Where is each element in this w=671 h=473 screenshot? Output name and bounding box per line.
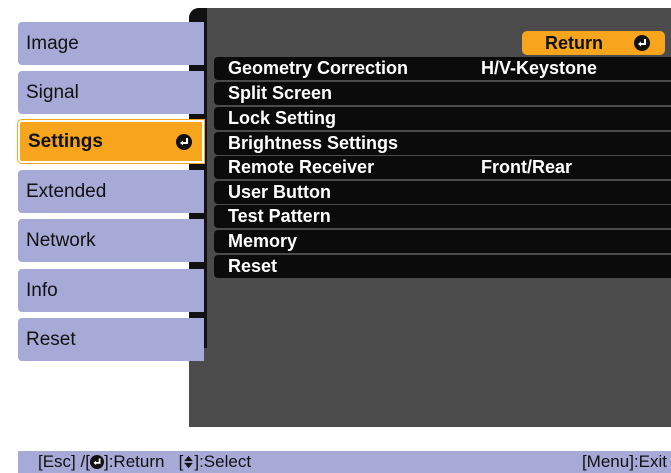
row-label: Brightness Settings — [228, 133, 399, 153]
sidebar-item-image[interactable]: Image — [18, 22, 204, 65]
status-bar-hints: [Esc] /[]:Return []:Select — [38, 452, 251, 472]
row-label: Reset — [228, 256, 278, 276]
settings-row-geometry-correction[interactable]: Geometry Correction H/V-Keystone — [214, 57, 671, 80]
esc-hint: [Esc] /[ — [38, 452, 90, 471]
sidebar-item-label: Image — [26, 32, 79, 54]
return-button-label: Return — [545, 33, 603, 53]
sidebar-item-info[interactable]: Info — [18, 269, 204, 312]
sidebar-item-reset[interactable]: Reset — [18, 318, 204, 361]
settings-row-reset[interactable]: Reset — [214, 255, 671, 278]
row-value: H/V-Keystone — [481, 58, 598, 78]
select-hint: ]:Select — [194, 452, 252, 471]
sidebar-item-label: Reset — [26, 328, 76, 350]
up-down-arrow-icon — [184, 455, 194, 469]
settings-row-split-screen[interactable]: Split Screen — [214, 82, 671, 105]
settings-row-user-button[interactable]: User Button — [214, 181, 671, 204]
enter-arrow-icon — [89, 455, 104, 469]
sidebar-item-signal[interactable]: Signal — [18, 71, 204, 114]
settings-row-memory[interactable]: Memory — [214, 230, 671, 253]
sidebar-item-settings[interactable]: Settings — [18, 120, 204, 163]
row-label: Split Screen — [228, 83, 333, 103]
sidebar-item-network[interactable]: Network — [18, 219, 204, 262]
sidebar-item-label: Settings — [28, 130, 103, 152]
row-label: Memory — [228, 231, 298, 251]
settings-row-brightness-settings[interactable]: Brightness Settings — [214, 132, 671, 155]
enter-arrow-icon — [634, 35, 650, 51]
status-bar: [Esc] /[]:Return []:Select [Menu]:Exit — [18, 451, 671, 473]
row-label: User Button — [228, 182, 331, 202]
settings-row-test-pattern[interactable]: Test Pattern — [214, 205, 671, 228]
enter-arrow-icon — [176, 134, 192, 150]
settings-row-remote-receiver[interactable]: Remote Receiver Front/Rear — [214, 156, 671, 179]
sidebar-item-label: Signal — [26, 81, 79, 103]
row-label: Remote Receiver — [228, 157, 375, 177]
sidebar-item-extended[interactable]: Extended — [18, 170, 204, 213]
sidebar-item-label: Info — [26, 279, 58, 301]
row-label: Test Pattern — [228, 206, 331, 226]
row-value: Front/Rear — [481, 157, 573, 177]
return-button[interactable]: Return — [522, 31, 665, 55]
sidebar-item-label: Extended — [26, 180, 107, 202]
return-hint: ]:Return — [103, 452, 165, 471]
sidebar-item-label: Network — [26, 229, 96, 251]
menu-exit-hint: [Menu]:Exit — [581, 452, 667, 471]
row-label: Geometry Correction — [228, 58, 409, 78]
row-label: Lock Setting — [228, 108, 337, 128]
settings-row-lock-setting[interactable]: Lock Setting — [214, 107, 671, 130]
